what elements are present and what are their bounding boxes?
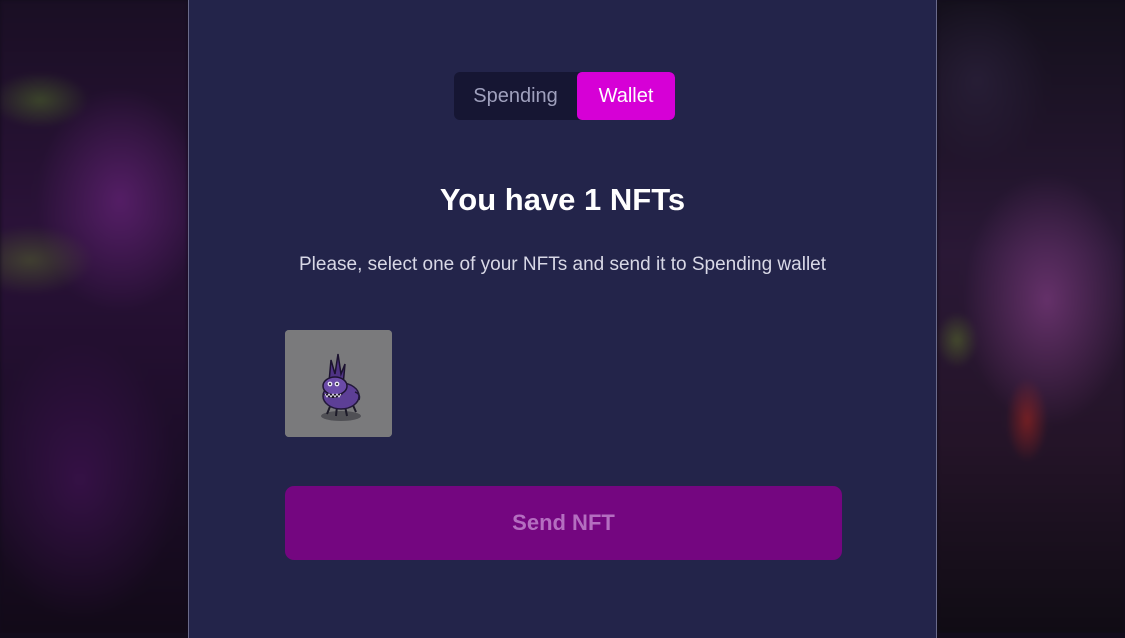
background-left-panel: [0, 0, 188, 633]
toggle-spending-button[interactable]: Spending: [454, 72, 577, 120]
background-right-panel: [937, 0, 1125, 633]
send-nft-button[interactable]: Send NFT: [285, 486, 842, 560]
wallet-spending-toggle: Spending Wallet: [454, 72, 675, 120]
nft-card[interactable]: [285, 330, 392, 437]
toggle-wallet-button[interactable]: Wallet: [577, 72, 675, 120]
send-nft-modal: Spending Wallet You have 1 NFTs Please, …: [188, 0, 937, 638]
purple-creature-nft-image: [285, 330, 392, 437]
nft-count-title: You have 1 NFTs: [439, 182, 686, 217]
instruction-text: Please, select one of your NFTs and send…: [298, 254, 827, 275]
